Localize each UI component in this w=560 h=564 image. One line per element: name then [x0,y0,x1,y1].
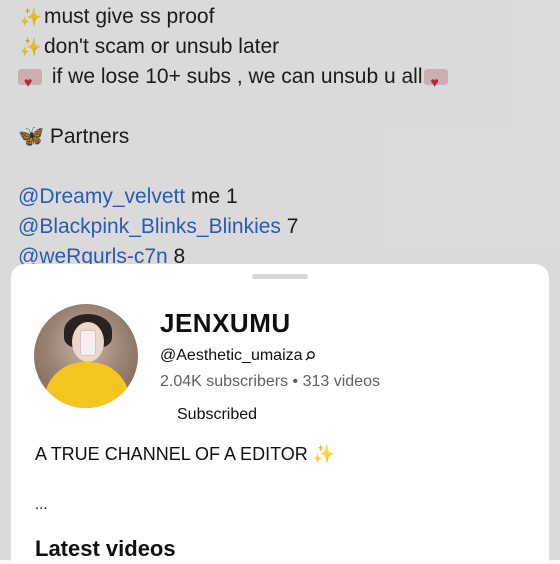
avatar-jacket [44,362,130,408]
search-icon [305,350,315,361]
description-more[interactable]: ... [35,496,48,513]
stats-separator: • [292,373,299,390]
channel-handle: @Aesthetic_umaiza [160,347,316,365]
subscriber-count: 2.04K subscribers [160,373,289,390]
channel-handle-text: @Aesthetic_umaiza [160,347,303,364]
avatar-phone [80,330,96,356]
channel-bottom-sheet: JENXUMU @Aesthetic_umaiza 2.04K subscrib… [11,264,549,564]
channel-name: JENXUMU [160,308,291,338]
drag-handle[interactable] [252,274,308,279]
latest-videos-heading: Latest videos [35,536,176,561]
channel-stats: 2.04K subscribers • 313 videos [160,373,380,391]
description-text: A TRUE CHANNEL OF A EDITOR [35,444,308,464]
video-count: 313 videos [302,373,380,390]
avatar[interactable] [34,304,138,408]
sparkles-icon: ✨ [312,444,336,464]
channel-description: A TRUE CHANNEL OF A EDITOR ✨ [35,444,335,465]
subscribed-button[interactable]: Subscribed [177,406,257,424]
